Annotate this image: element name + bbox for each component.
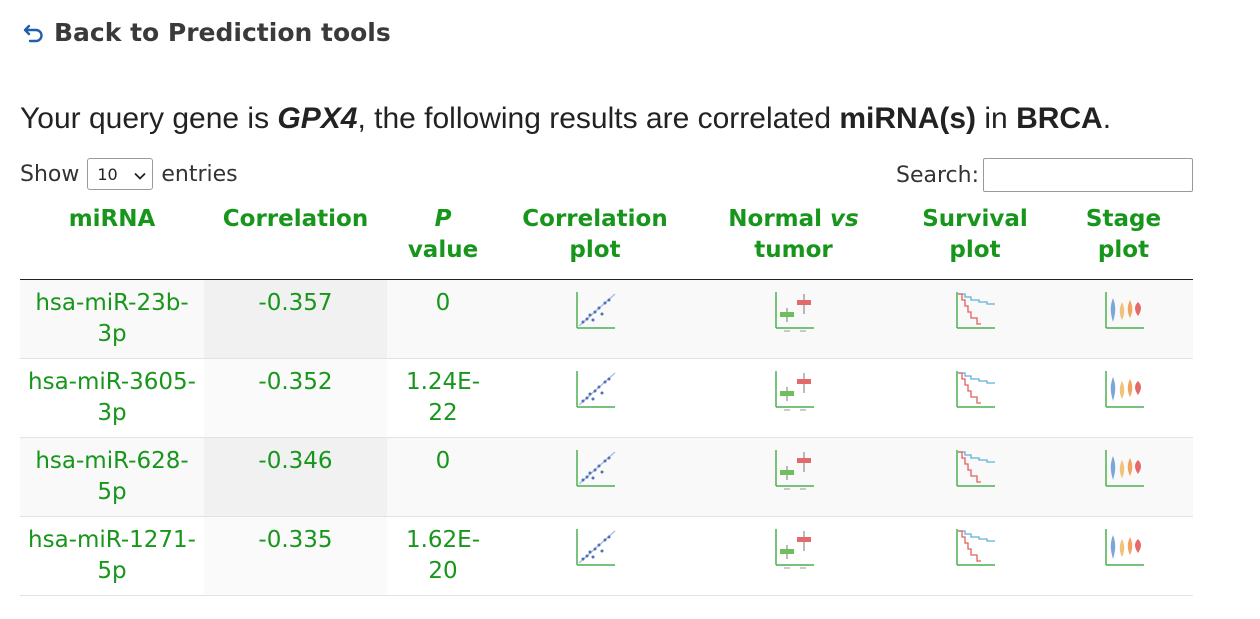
table-header-row: miRNA Correlation Pvalue Correlation plot… bbox=[20, 200, 1193, 280]
cell-correlation-plot bbox=[499, 358, 691, 438]
cell-p-value: 1.62E-20 bbox=[387, 516, 499, 596]
mirna-name: hsa-miR-3605-3p bbox=[28, 369, 196, 426]
p-value: 0 bbox=[435, 290, 451, 316]
violin-plot-thumbnail-icon[interactable] bbox=[1102, 446, 1146, 490]
cell-correlation-plot bbox=[499, 279, 691, 359]
entries-label: entries bbox=[161, 161, 238, 187]
correlation-value: -0.357 bbox=[258, 290, 333, 316]
cell-correlation: -0.352 bbox=[204, 358, 387, 438]
cell-stage-plot bbox=[1054, 279, 1193, 359]
scatter-plot-thumbnail-icon[interactable] bbox=[573, 446, 617, 490]
back-link-label: Back to Prediction tools bbox=[54, 18, 391, 47]
query-suffix: . bbox=[1102, 102, 1112, 135]
cell-stage-plot bbox=[1054, 516, 1193, 596]
table-search: Search: bbox=[896, 158, 1193, 192]
cell-mirna: hsa-miR-1271-5p bbox=[20, 516, 204, 596]
boxplot-thumbnail-icon[interactable] bbox=[772, 367, 816, 411]
correlation-value: -0.352 bbox=[258, 369, 333, 395]
query-in: in bbox=[976, 102, 1017, 135]
cell-survival-plot bbox=[896, 358, 1054, 438]
query-summary: Your query gene is GPX4, the following r… bbox=[20, 102, 1111, 136]
cell-stage-plot bbox=[1054, 437, 1193, 517]
table-row: hsa-miR-23b-3p -0.357 0 bbox=[20, 279, 1193, 359]
table-row: hsa-miR-1271-5p -0.335 1.62E-20 bbox=[20, 516, 1193, 596]
survival-curve-thumbnail-icon[interactable] bbox=[953, 288, 997, 332]
cell-normal-vs-tumor bbox=[691, 279, 896, 359]
cell-p-value: 0 bbox=[387, 279, 499, 359]
cell-correlation-plot bbox=[499, 437, 691, 517]
p-value: 0 bbox=[435, 448, 451, 474]
survival-curve-thumbnail-icon[interactable] bbox=[953, 446, 997, 490]
cell-mirna: hsa-miR-628-5p bbox=[20, 437, 204, 517]
cell-correlation-plot bbox=[499, 516, 691, 596]
p-value: 1.24E-22 bbox=[405, 369, 481, 426]
cell-correlation: -0.357 bbox=[204, 279, 387, 359]
cell-normal-vs-tumor bbox=[691, 358, 896, 438]
query-gene: GPX4 bbox=[277, 102, 358, 135]
cell-survival-plot bbox=[896, 279, 1054, 359]
p-value: 1.62E-20 bbox=[405, 527, 481, 584]
survival-curve-thumbnail-icon[interactable] bbox=[953, 525, 997, 569]
column-header-correlation[interactable]: Correlation bbox=[204, 200, 387, 280]
column-header-correlation-plot[interactable]: Correlation plot bbox=[499, 200, 691, 280]
mirna-name: hsa-miR-628-5p bbox=[35, 448, 189, 505]
column-header-mirna[interactable]: miRNA bbox=[20, 200, 204, 280]
entries-select-value: 10 bbox=[97, 164, 118, 184]
cell-correlation: -0.346 bbox=[204, 437, 387, 517]
table-row: hsa-miR-628-5p -0.346 0 bbox=[20, 437, 1193, 517]
violin-plot-thumbnail-icon[interactable] bbox=[1102, 367, 1146, 411]
mirna-name: hsa-miR-23b-3p bbox=[35, 290, 189, 347]
violin-plot-thumbnail-icon[interactable] bbox=[1102, 525, 1146, 569]
survival-curve-thumbnail-icon[interactable] bbox=[953, 367, 997, 411]
cell-mirna: hsa-miR-23b-3p bbox=[20, 279, 204, 359]
cell-stage-plot bbox=[1054, 358, 1193, 438]
column-header-stage-plot[interactable]: Stage plot bbox=[1054, 200, 1193, 280]
boxplot-thumbnail-icon[interactable] bbox=[772, 525, 816, 569]
cell-survival-plot bbox=[896, 516, 1054, 596]
column-header-normal-vs-tumor[interactable]: Normal vs tumor bbox=[691, 200, 896, 280]
query-prefix: Your query gene is bbox=[20, 102, 278, 135]
back-to-prediction-tools-link[interactable]: Back to Prediction tools bbox=[22, 18, 391, 47]
cell-mirna: hsa-miR-3605-3p bbox=[20, 358, 204, 438]
entries-select[interactable]: 10 bbox=[87, 158, 154, 190]
scatter-plot-thumbnail-icon[interactable] bbox=[573, 525, 617, 569]
cell-survival-plot bbox=[896, 437, 1054, 517]
query-cancer: BRCA bbox=[1016, 102, 1103, 135]
query-middle: , the following results are correlated bbox=[357, 102, 840, 135]
cell-p-value: 1.24E-22 bbox=[387, 358, 499, 438]
search-label: Search: bbox=[896, 162, 979, 188]
table-row: hsa-miR-3605-3p -0.352 1.24E-22 bbox=[20, 358, 1193, 438]
results-table: miRNA Correlation Pvalue Correlation plot… bbox=[20, 200, 1193, 596]
boxplot-thumbnail-icon[interactable] bbox=[772, 446, 816, 490]
cell-normal-vs-tumor bbox=[691, 516, 896, 596]
boxplot-thumbnail-icon[interactable] bbox=[772, 288, 816, 332]
undo-arrow-icon bbox=[22, 21, 46, 45]
correlation-value: -0.346 bbox=[258, 448, 333, 474]
scatter-plot-thumbnail-icon[interactable] bbox=[573, 288, 617, 332]
search-input[interactable] bbox=[983, 158, 1193, 192]
column-header-p-value[interactable]: Pvalue bbox=[387, 200, 499, 280]
cell-correlation: -0.335 bbox=[204, 516, 387, 596]
show-label: Show bbox=[20, 161, 80, 187]
correlation-value: -0.335 bbox=[258, 527, 333, 553]
chevron-down-icon bbox=[134, 165, 147, 184]
cell-normal-vs-tumor bbox=[691, 437, 896, 517]
scatter-plot-thumbnail-icon[interactable] bbox=[573, 367, 617, 411]
entries-length-control: Show 10 entries bbox=[20, 158, 238, 190]
mirna-name: hsa-miR-1271-5p bbox=[28, 527, 196, 584]
violin-plot-thumbnail-icon[interactable] bbox=[1102, 288, 1146, 332]
cell-p-value: 0 bbox=[387, 437, 499, 517]
query-entity: miRNA(s) bbox=[839, 102, 977, 135]
column-header-survival-plot[interactable]: Survival plot bbox=[896, 200, 1054, 280]
